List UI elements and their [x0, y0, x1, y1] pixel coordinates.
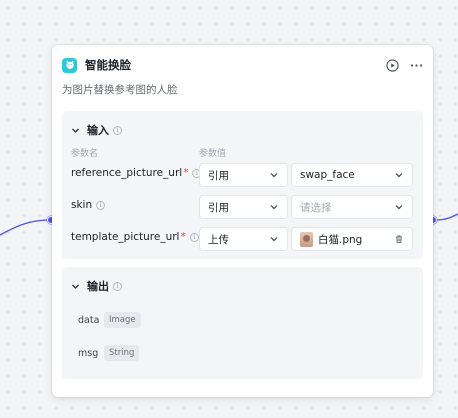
outgoing-edge: [435, 213, 458, 221]
info-icon[interactable]: i: [189, 232, 199, 242]
chevron-down-icon: [270, 205, 278, 210]
param-name: template_picture_url: [71, 231, 180, 243]
param-value: swap_face: [300, 169, 355, 181]
param-value-placeholder: 请选择: [300, 201, 332, 214]
required-mark: *: [183, 167, 189, 179]
param-type-select[interactable]: 引用: [199, 163, 288, 187]
output-section: 输出 i data Image msg String: [62, 267, 423, 379]
node-header: 智能换脸: [62, 56, 423, 74]
param-row: template_picture_url * i 上传 白猫.png: [62, 225, 423, 251]
output-section-title: 输出: [87, 280, 109, 293]
file-name: 白猫.png: [318, 233, 363, 246]
output-field: data Image: [78, 311, 141, 329]
trash-icon[interactable]: [394, 234, 404, 244]
chevron-down-icon: [270, 173, 278, 178]
param-type-value: 引用: [208, 201, 229, 214]
output-type-tag: String: [104, 345, 140, 361]
delete-button[interactable]: [394, 234, 404, 244]
param-row: reference_picture_url * i 引用 swap_face: [62, 161, 423, 187]
output-field-name: msg: [78, 347, 99, 359]
chevron-down-icon[interactable]: [71, 282, 80, 291]
output-field-name: data: [78, 314, 100, 326]
output-field: msg String: [78, 344, 140, 362]
more-icon[interactable]: [409, 58, 423, 72]
required-mark: *: [180, 231, 186, 243]
chevron-down-icon: [270, 237, 278, 242]
info-icon[interactable]: i: [113, 281, 122, 291]
output-type-tag: Image: [104, 312, 141, 328]
file-thumbnail: [300, 231, 313, 247]
input-section-header[interactable]: 输入 i: [71, 122, 122, 138]
incoming-edge: [0, 219, 51, 236]
param-type-select[interactable]: 上传: [199, 227, 288, 251]
run-icon[interactable]: [385, 58, 399, 72]
info-icon[interactable]: i: [113, 125, 122, 135]
param-type-value: 上传: [208, 233, 229, 246]
param-type-select[interactable]: 引用: [199, 195, 288, 219]
chevron-down-icon: [395, 173, 403, 178]
param-name-header: 参数名: [71, 149, 99, 159]
chevron-down-icon: [395, 205, 403, 210]
param-name: skin: [71, 199, 93, 211]
info-icon[interactable]: i: [96, 200, 106, 210]
param-row: skin i 引用 请选择: [62, 193, 423, 219]
node-title: 智能换脸: [85, 58, 131, 72]
chevron-down-icon[interactable]: [71, 126, 80, 135]
input-section-title: 输入: [87, 124, 109, 137]
param-value-header: 参数值: [199, 149, 227, 159]
output-section-header[interactable]: 输出 i: [71, 278, 122, 294]
input-section: 输入 i 参数名 参数值 reference_picture_url * i 引用 …: [62, 111, 423, 259]
face-swap-icon: [62, 57, 77, 73]
param-type-value: 引用: [208, 169, 229, 182]
node-description: 为图片替换参考图的人脸: [62, 84, 178, 96]
face-swap-node[interactable]: 智能换脸 为图片替换参考图的人脸 输入 i 参数名 参数值 reference_…: [52, 45, 433, 397]
param-value-select[interactable]: swap_face: [291, 163, 413, 187]
param-name: reference_picture_url: [71, 167, 183, 179]
uploaded-file[interactable]: 白猫.png: [291, 227, 413, 251]
param-value-select[interactable]: 请选择: [291, 195, 413, 219]
